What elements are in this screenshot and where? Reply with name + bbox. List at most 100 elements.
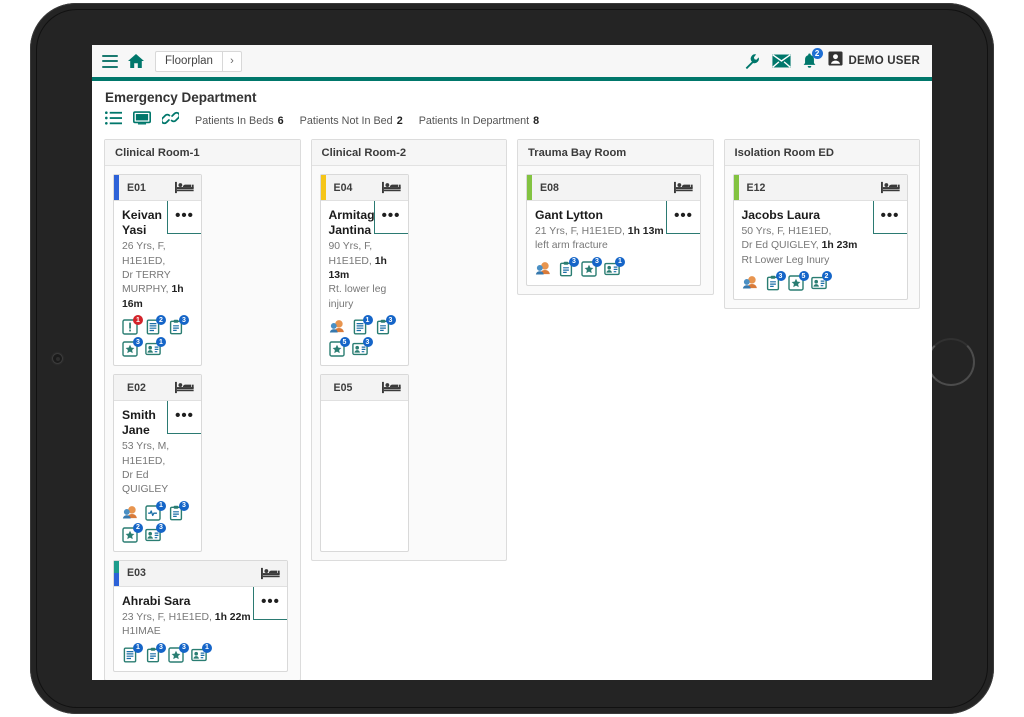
hamburger-menu-icon[interactable] xyxy=(102,55,118,68)
bed-card-header: E02 xyxy=(114,375,201,401)
user-menu[interactable]: DEMO USER xyxy=(828,51,920,71)
alert-icon[interactable]: 1 xyxy=(122,319,138,335)
bed-card-e03[interactable]: E03•••Ahrabi Sara23 Yrs, F, H1E1ED, 1h 2… xyxy=(113,560,288,672)
document-icon[interactable]: 1 xyxy=(122,647,138,663)
page-content: Emergency Department Patients In Beds6 xyxy=(92,81,932,680)
id-card-icon[interactable]: 2 xyxy=(811,275,827,291)
bed-card-e01[interactable]: E01•••Keivan Yasi26 Yrs, F,H1E1ED,Dr TER… xyxy=(113,174,202,366)
patient-meta: 26 Yrs, F,H1E1ED,Dr TERRYMURPHY, 1h 16m xyxy=(122,240,194,312)
bed-card-more-options-button[interactable]: ••• xyxy=(873,201,907,234)
bed-card-body: •••Armitage Jantina90 Yrs, F,H1E1ED, 1h … xyxy=(321,201,408,365)
bed-id-label: E02 xyxy=(127,382,146,394)
id-card-icon[interactable]: 1 xyxy=(145,341,161,357)
room-panel-clinical-room-1: Clinical Room-1 E01•••Keivan Yasi26 Yrs, … xyxy=(104,139,301,680)
icon-badge-count: 3 xyxy=(156,643,166,653)
bed-card-e08[interactable]: E08•••Gant Lytton21 Yrs, F, H1E1ED, 1h 1… xyxy=(526,174,701,286)
bed-card-e04[interactable]: E04 •••Armitage Jantina90 Yrs, F,H1E1ED, … xyxy=(320,174,409,366)
bed-id-label: E04 xyxy=(334,182,353,194)
star-icon[interactable]: 3 xyxy=(122,341,138,357)
patient-status-icons: 12331 xyxy=(122,319,194,357)
document-icon[interactable]: 2 xyxy=(145,319,161,335)
id-card-icon[interactable]: 3 xyxy=(145,527,161,543)
star-icon[interactable]: 5 xyxy=(329,341,345,357)
breadcrumb-item-floorplan[interactable]: Floorplan xyxy=(156,52,222,71)
envelope-icon[interactable] xyxy=(772,54,791,68)
bed-card-body: •••Keivan Yasi26 Yrs, F,H1E1ED,Dr TERRYM… xyxy=(114,201,201,365)
star-icon[interactable]: 2 xyxy=(122,527,138,543)
bed-card-more-options-button[interactable]: ••• xyxy=(253,587,287,620)
icon-badge-count: 1 xyxy=(133,315,143,325)
clipboard-icon[interactable]: 3 xyxy=(168,319,184,335)
bell-icon[interactable]: 2 xyxy=(802,53,817,69)
bed-card-more-options-button[interactable]: ••• xyxy=(167,401,201,434)
patient-avatar-icon[interactable] xyxy=(122,505,138,521)
bed-card-header: E03 xyxy=(114,561,287,587)
floorplan-board: Clinical Room-1 E01•••Keivan Yasi26 Yrs, … xyxy=(92,139,932,680)
icon-badge-count: 5 xyxy=(799,271,809,281)
bed-status-bar xyxy=(114,175,119,200)
patient-duration: 1h 13m xyxy=(329,256,387,281)
bed-card-more-options-button[interactable]: ••• xyxy=(374,201,408,234)
icon-badge-count: 3 xyxy=(156,523,166,533)
patient-status-icons: 1331 xyxy=(122,647,280,663)
bed-card-e05[interactable]: E05 xyxy=(320,374,409,552)
id-card-icon[interactable]: 1 xyxy=(604,261,620,277)
bed-card-body: •••Jacobs Laura50 Yrs, F, H1E1ED,Dr Ed Q… xyxy=(734,201,907,299)
bed-card-header: E12 xyxy=(734,175,907,201)
id-card-icon[interactable]: 1 xyxy=(191,647,207,663)
bed-card-more-options-button[interactable]: ••• xyxy=(167,201,201,234)
chevron-right-icon[interactable]: › xyxy=(222,52,241,71)
stat-patients-in-beds: Patients In Beds 6 xyxy=(195,115,284,127)
link-icon[interactable] xyxy=(162,111,179,130)
list-view-icon[interactable] xyxy=(105,111,122,130)
icon-badge-count: 1 xyxy=(133,643,143,653)
room-name: Clinical Room-1 xyxy=(105,140,300,166)
clipboard-icon[interactable]: 3 xyxy=(168,505,184,521)
bed-icon xyxy=(261,567,280,580)
clipboard-icon[interactable]: 3 xyxy=(145,647,161,663)
stat-label: Patients In Beds xyxy=(195,115,274,127)
patient-duration: 1h 22m xyxy=(215,612,251,623)
front-camera-icon xyxy=(52,353,63,364)
icon-badge-count: 1 xyxy=(202,643,212,653)
patient-avatar-icon[interactable] xyxy=(329,319,345,335)
star-icon[interactable]: 3 xyxy=(581,261,597,277)
bed-card-header: E01 xyxy=(114,175,201,201)
room-beds: E08•••Gant Lytton21 Yrs, F, H1E1ED, 1h 1… xyxy=(518,166,713,294)
star-icon[interactable]: 3 xyxy=(168,647,184,663)
star-icon[interactable]: 5 xyxy=(788,275,804,291)
room-name: Clinical Room-2 xyxy=(312,140,507,166)
room-beds: E01•••Keivan Yasi26 Yrs, F,H1E1ED,Dr TER… xyxy=(105,166,300,680)
bed-card-body xyxy=(321,401,408,551)
home-icon[interactable] xyxy=(127,53,145,69)
icon-badge-count: 3 xyxy=(386,315,396,325)
clipboard-icon[interactable]: 3 xyxy=(765,275,781,291)
bed-status-bar xyxy=(527,175,532,200)
board-view-icon[interactable] xyxy=(133,111,151,130)
icon-badge-count: 3 xyxy=(592,257,602,267)
bed-card-e02[interactable]: E02•••Smith Jane53 Yrs, M,H1E1ED,Dr EdQU… xyxy=(113,374,202,552)
bed-id-label: E05 xyxy=(334,382,353,394)
room-beds: E12 •••Jacobs Laura50 Yrs, F, H1E1ED,Dr E… xyxy=(725,166,920,308)
stat-value: 6 xyxy=(278,115,284,127)
wrench-icon[interactable] xyxy=(744,53,761,70)
icon-badge-count: 1 xyxy=(156,501,166,511)
monitor-icon[interactable]: 1 xyxy=(145,505,161,521)
patient-avatar-icon[interactable] xyxy=(742,275,758,291)
patient-avatar-icon[interactable] xyxy=(535,261,551,277)
stat-patients-not-in-bed: Patients Not In Bed2 xyxy=(300,115,403,127)
user-badge-icon xyxy=(828,51,843,71)
home-button[interactable] xyxy=(927,338,975,386)
id-card-icon[interactable]: 3 xyxy=(352,341,368,357)
bed-id-label: E12 xyxy=(747,182,766,194)
patient-meta: 90 Yrs, F,H1E1ED, 1h 13m xyxy=(329,240,401,283)
clipboard-icon[interactable]: 3 xyxy=(375,319,391,335)
clipboard-icon[interactable]: 3 xyxy=(558,261,574,277)
app-bar-actions: 2 DEMO USER xyxy=(744,51,924,71)
room-beds: E04 •••Armitage Jantina90 Yrs, F,H1E1ED, … xyxy=(312,166,507,560)
bed-status-bar xyxy=(321,175,326,200)
bed-card-more-options-button[interactable]: ••• xyxy=(666,201,700,234)
icon-badge-count: 3 xyxy=(569,257,579,267)
bed-card-e12[interactable]: E12 •••Jacobs Laura50 Yrs, F, H1E1ED,Dr E… xyxy=(733,174,908,300)
document-icon[interactable]: 1 xyxy=(352,319,368,335)
